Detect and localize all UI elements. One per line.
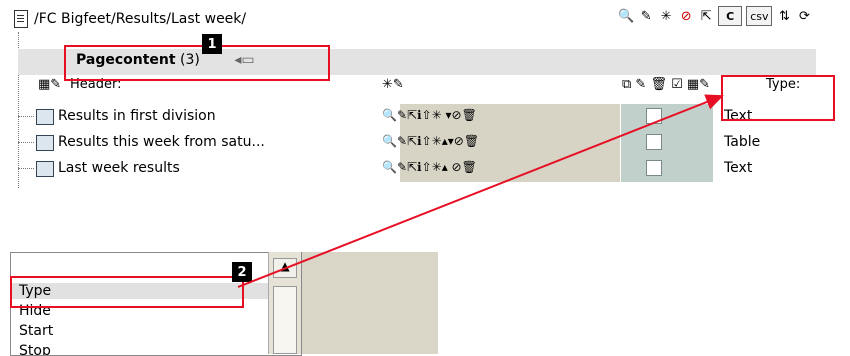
callout-arrow [237, 94, 724, 288]
